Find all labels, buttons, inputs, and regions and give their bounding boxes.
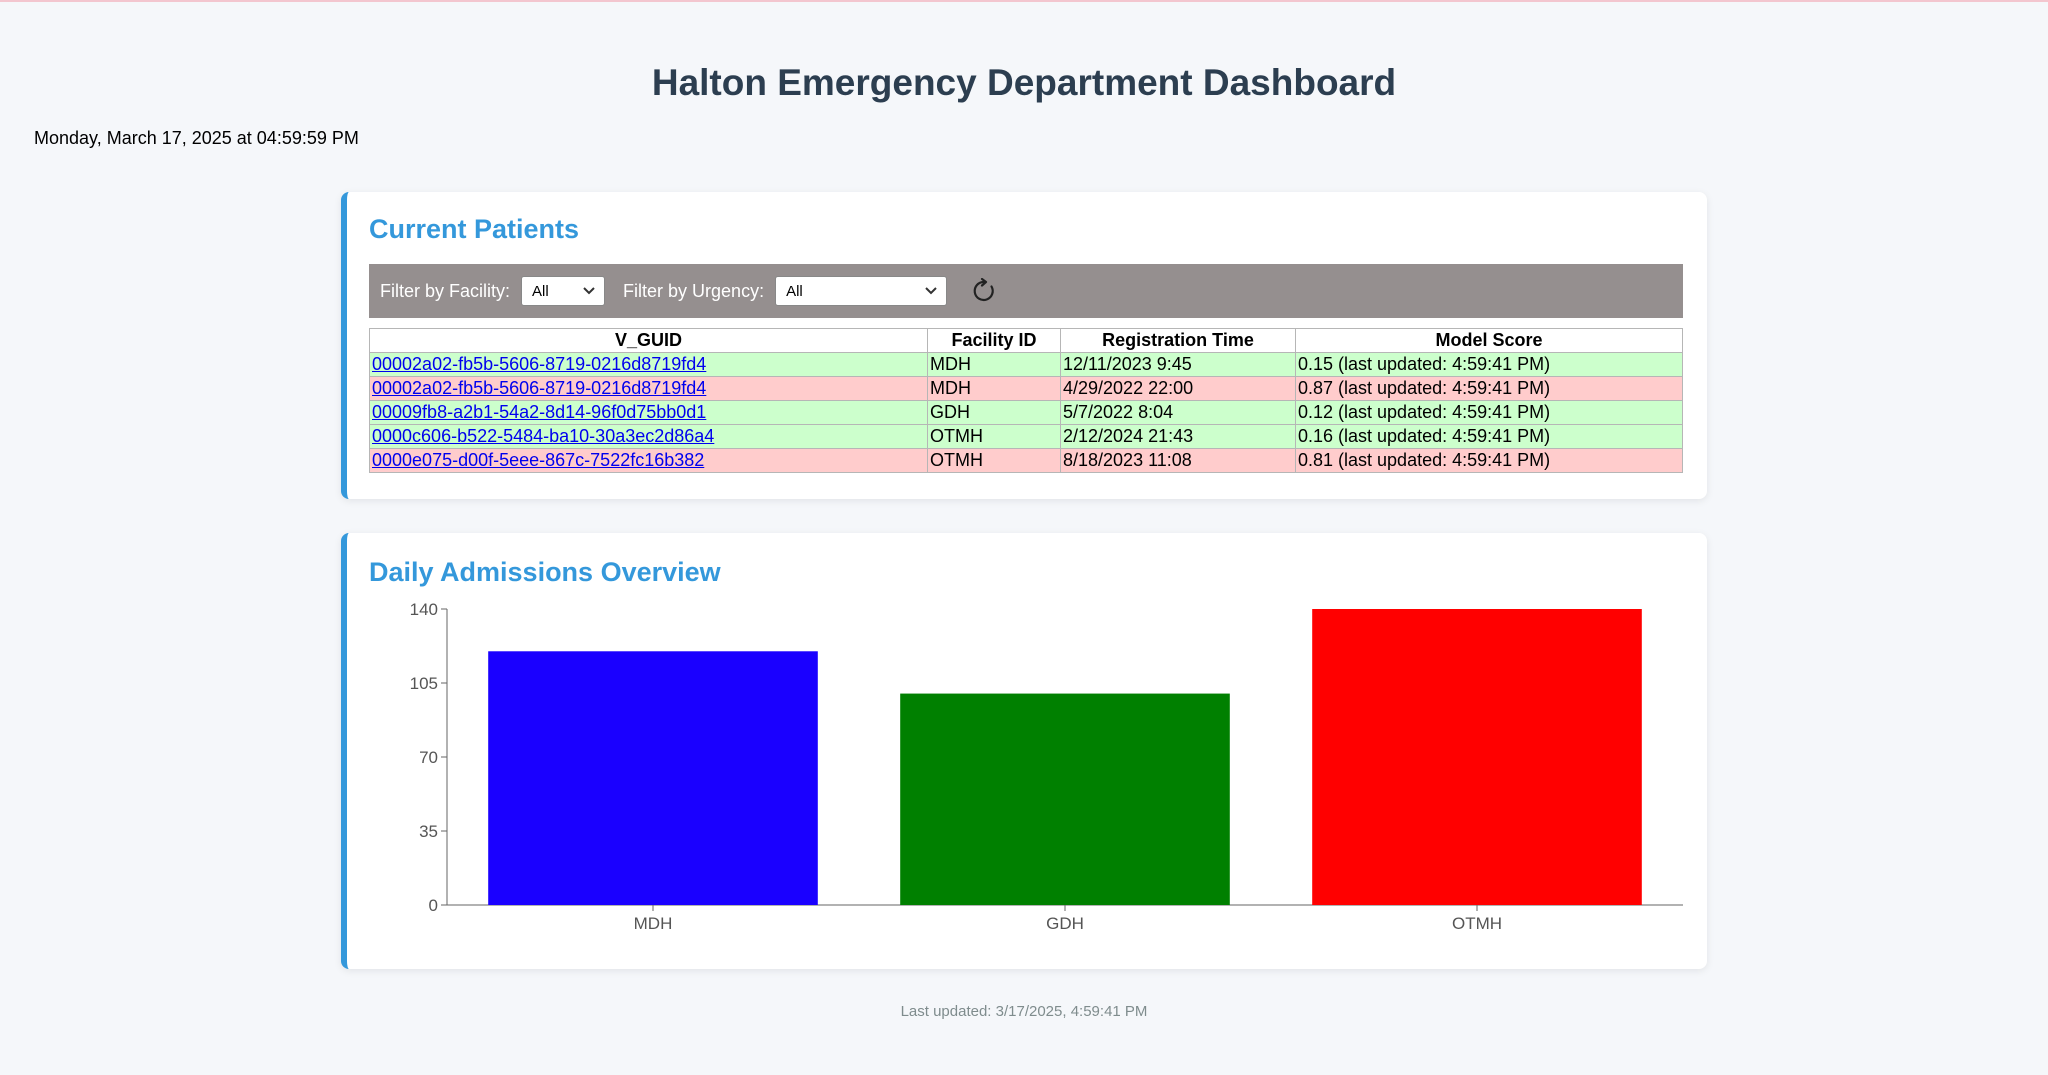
chevron-down-icon <box>925 287 937 295</box>
guid-cell: 0000c606-b522-5484-ba10-30a3ec2d86a4 <box>369 424 928 449</box>
model-score-cell: 0.87 (last updated: 4:59:41 PM) <box>1295 376 1683 401</box>
patient-guid-link[interactable]: 00002a02-fb5b-5606-8719-0216d8719fd4 <box>372 354 706 374</box>
current-datetime: Monday, March 17, 2025 at 04:59:59 PM <box>34 128 359 148</box>
column-header-facility-id[interactable]: Facility ID <box>927 328 1061 353</box>
x-tick-label: GDH <box>1046 914 1084 933</box>
table-row: 0000e075-d00f-5eee-867c-7522fc16b382 OTM… <box>369 448 1683 473</box>
facility-filter-value: All <box>532 282 549 300</box>
y-tick-label: 70 <box>419 748 438 767</box>
patient-guid-link[interactable]: 00002a02-fb5b-5606-8719-0216d8719fd4 <box>372 378 706 398</box>
bar-gdh <box>900 693 1230 905</box>
model-score-cell: 0.81 (last updated: 4:59:41 PM) <box>1295 448 1683 473</box>
guid-cell: 00002a02-fb5b-5606-8719-0216d8719fd4 <box>369 376 928 401</box>
model-score-cell: 0.15 (last updated: 4:59:41 PM) <box>1295 352 1683 377</box>
patients-table: V_GUID Facility ID Registration Time Mod… <box>369 328 1683 473</box>
table-row: 00002a02-fb5b-5606-8719-0216d8719fd4 MDH… <box>369 352 1683 377</box>
daily-admissions-title: Daily Admissions Overview <box>369 557 721 587</box>
facility-filter-label: Filter by Facility: <box>380 280 511 301</box>
urgency-filter-select[interactable]: All <box>775 276 948 306</box>
y-tick-label: 140 <box>410 600 438 619</box>
y-tick-label: 0 <box>429 896 438 915</box>
registration-time-cell: 8/18/2023 11:08 <box>1060 448 1296 473</box>
table-header-row: V_GUID Facility ID Registration Time Mod… <box>369 328 1683 353</box>
facility-cell: GDH <box>927 400 1061 425</box>
facility-cell: OTMH <box>927 448 1061 473</box>
facility-cell: MDH <box>927 376 1061 401</box>
bar-otmh <box>1312 609 1642 905</box>
y-tick-label: 105 <box>410 674 438 693</box>
chevron-down-icon <box>583 287 595 295</box>
current-patients-title: Current Patients <box>369 214 580 244</box>
registration-time-cell: 4/29/2022 22:00 <box>1060 376 1296 401</box>
bar-mdh <box>488 651 818 905</box>
filter-bar: Filter by Facility: All Filter by Urgenc… <box>369 264 1683 318</box>
current-patients-panel: Current Patients Filter by Facility: All… <box>341 192 1707 499</box>
x-tick-label: MDH <box>634 914 673 933</box>
y-tick-label: 35 <box>419 822 438 841</box>
column-header-registration-time[interactable]: Registration Time <box>1060 328 1296 353</box>
x-tick-label: OTMH <box>1452 914 1502 933</box>
column-header-model-score[interactable]: Model Score <box>1295 328 1683 353</box>
facility-cell: MDH <box>927 352 1061 377</box>
facility-cell: OTMH <box>927 424 1061 449</box>
patient-guid-link[interactable]: 00009fb8-a2b1-54a2-8d14-96f0d75bb0d1 <box>372 402 706 422</box>
table-row: 00002a02-fb5b-5606-8719-0216d8719fd4 MDH… <box>369 376 1683 401</box>
daily-admissions-panel: Daily Admissions Overview 0 35 70 105 140 MDH… <box>341 533 1707 969</box>
patient-guid-link[interactable]: 0000e075-d00f-5eee-867c-7522fc16b382 <box>372 450 704 470</box>
urgency-filter-value: All <box>786 282 803 300</box>
guid-cell: 00002a02-fb5b-5606-8719-0216d8719fd4 <box>369 352 928 377</box>
column-header-v-guid[interactable]: V_GUID <box>369 328 928 353</box>
urgency-filter-label: Filter by Urgency: <box>623 280 765 301</box>
table-row: 00009fb8-a2b1-54a2-8d14-96f0d75bb0d1 GDH… <box>369 400 1683 425</box>
guid-cell: 00009fb8-a2b1-54a2-8d14-96f0d75bb0d1 <box>369 400 928 425</box>
refresh-icon[interactable] <box>971 278 997 304</box>
admissions-bar-chart: 0 35 70 105 140 MDH GDH OTMH <box>410 600 1683 933</box>
patient-guid-link[interactable]: 0000c606-b522-5484-ba10-30a3ec2d86a4 <box>372 426 714 446</box>
model-score-cell: 0.12 (last updated: 4:59:41 PM) <box>1295 400 1683 425</box>
registration-time-cell: 5/7/2022 8:04 <box>1060 400 1296 425</box>
registration-time-cell: 12/11/2023 9:45 <box>1060 352 1296 377</box>
table-row: 0000c606-b522-5484-ba10-30a3ec2d86a4 OTM… <box>369 424 1683 449</box>
last-updated-footer: Last updated: 3/17/2025, 4:59:41 PM <box>900 1003 1148 1020</box>
page-title: Halton Emergency Department Dashboard <box>651 62 1397 103</box>
facility-filter-select[interactable]: All <box>521 276 606 306</box>
registration-time-cell: 2/12/2024 21:43 <box>1060 424 1296 449</box>
model-score-cell: 0.16 (last updated: 4:59:41 PM) <box>1295 424 1683 449</box>
guid-cell: 0000e075-d00f-5eee-867c-7522fc16b382 <box>369 448 928 473</box>
